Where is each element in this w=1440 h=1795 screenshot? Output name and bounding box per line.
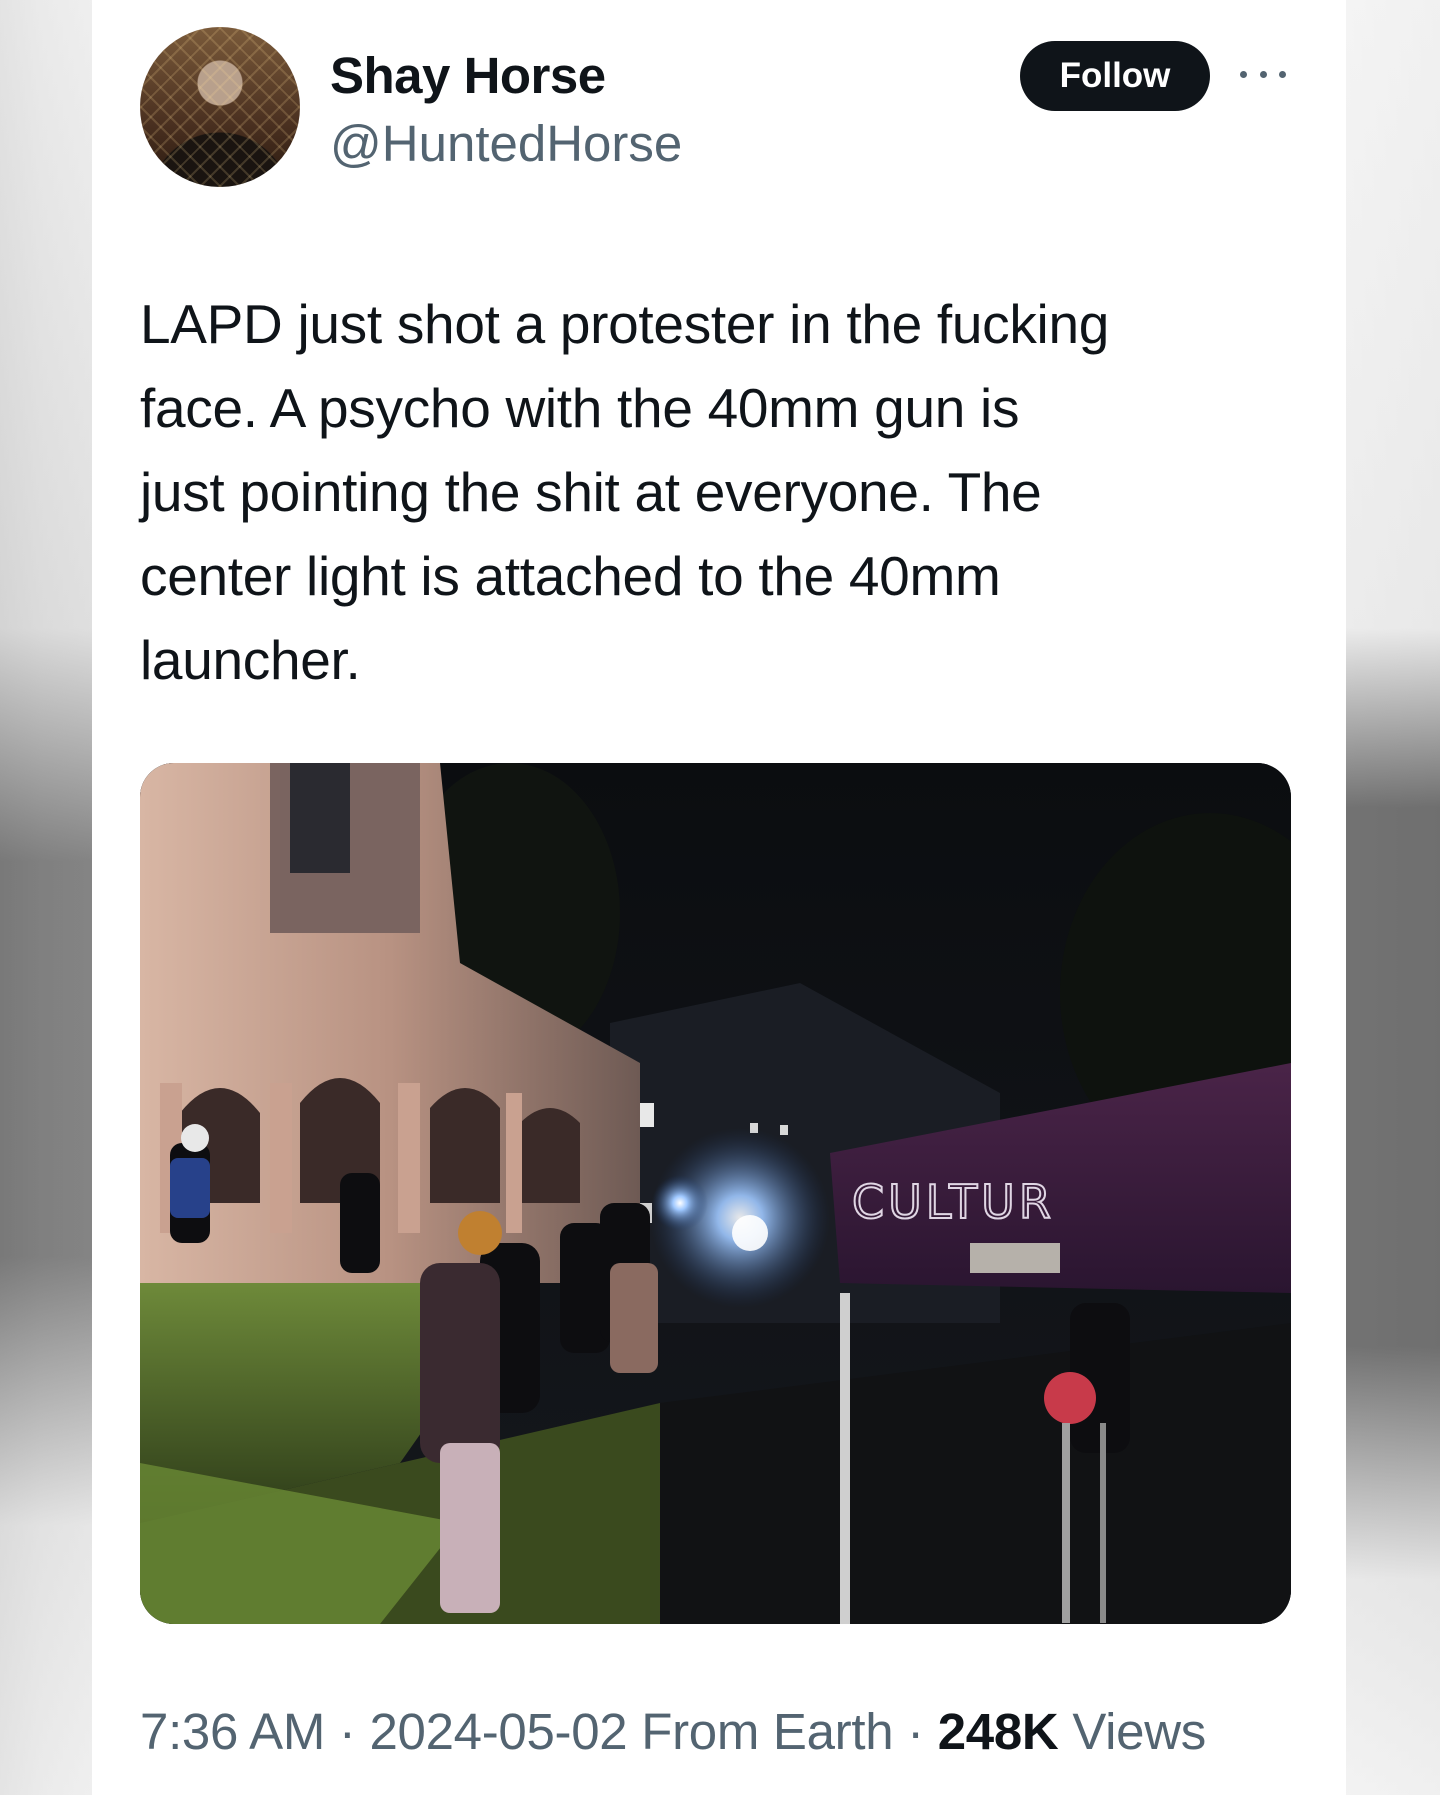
tweet-text: LAPD just shot a protester in the fuckin… [140,282,1290,702]
tweet-text-line: center light is attached to the 40mm [140,545,1001,607]
more-dot [1240,70,1247,78]
left-background-edge [0,0,92,1795]
avatar[interactable] [140,27,300,187]
tweet-text-line: launcher. [140,629,361,691]
follow-button[interactable]: Follow [1020,41,1210,111]
tweet-text-line: face. A psycho with the 40mm gun is [140,377,1020,439]
tweet-meta: 7:36 AM · 2024-05-02 From Earth · 248K V… [140,1702,1206,1761]
more-dot [1279,70,1286,78]
author-display-name[interactable]: Shay Horse [330,46,606,105]
tweet-date[interactable]: 2024-05-02 [369,1703,627,1760]
meta-separator: · [907,1703,924,1760]
tweet-time[interactable]: 7:36 AM [140,1703,325,1760]
author-handle[interactable]: @HuntedHorse [330,114,682,173]
night-protest-photo: CULTUR [140,763,1291,1624]
right-background-edge [1346,0,1440,1795]
meta-separator: · [338,1703,356,1760]
more-horizontal-icon[interactable] [1240,64,1286,84]
tweet-text-line: just pointing the shit at everyone. The [140,461,1042,523]
tweet-photo[interactable]: CULTUR [140,763,1291,1624]
tent-sign-text: CULTUR [852,1175,1055,1229]
tweet-text-line: LAPD just shot a protester in the fuckin… [140,293,1110,355]
views-label: Views [1072,1703,1206,1760]
views-count[interactable]: 248K [938,1703,1059,1760]
tweet-card: Shay Horse @HuntedHorse Follow LAPD just… [92,0,1346,1795]
tweet-source: From Earth [641,1703,894,1760]
more-dot [1259,70,1267,78]
